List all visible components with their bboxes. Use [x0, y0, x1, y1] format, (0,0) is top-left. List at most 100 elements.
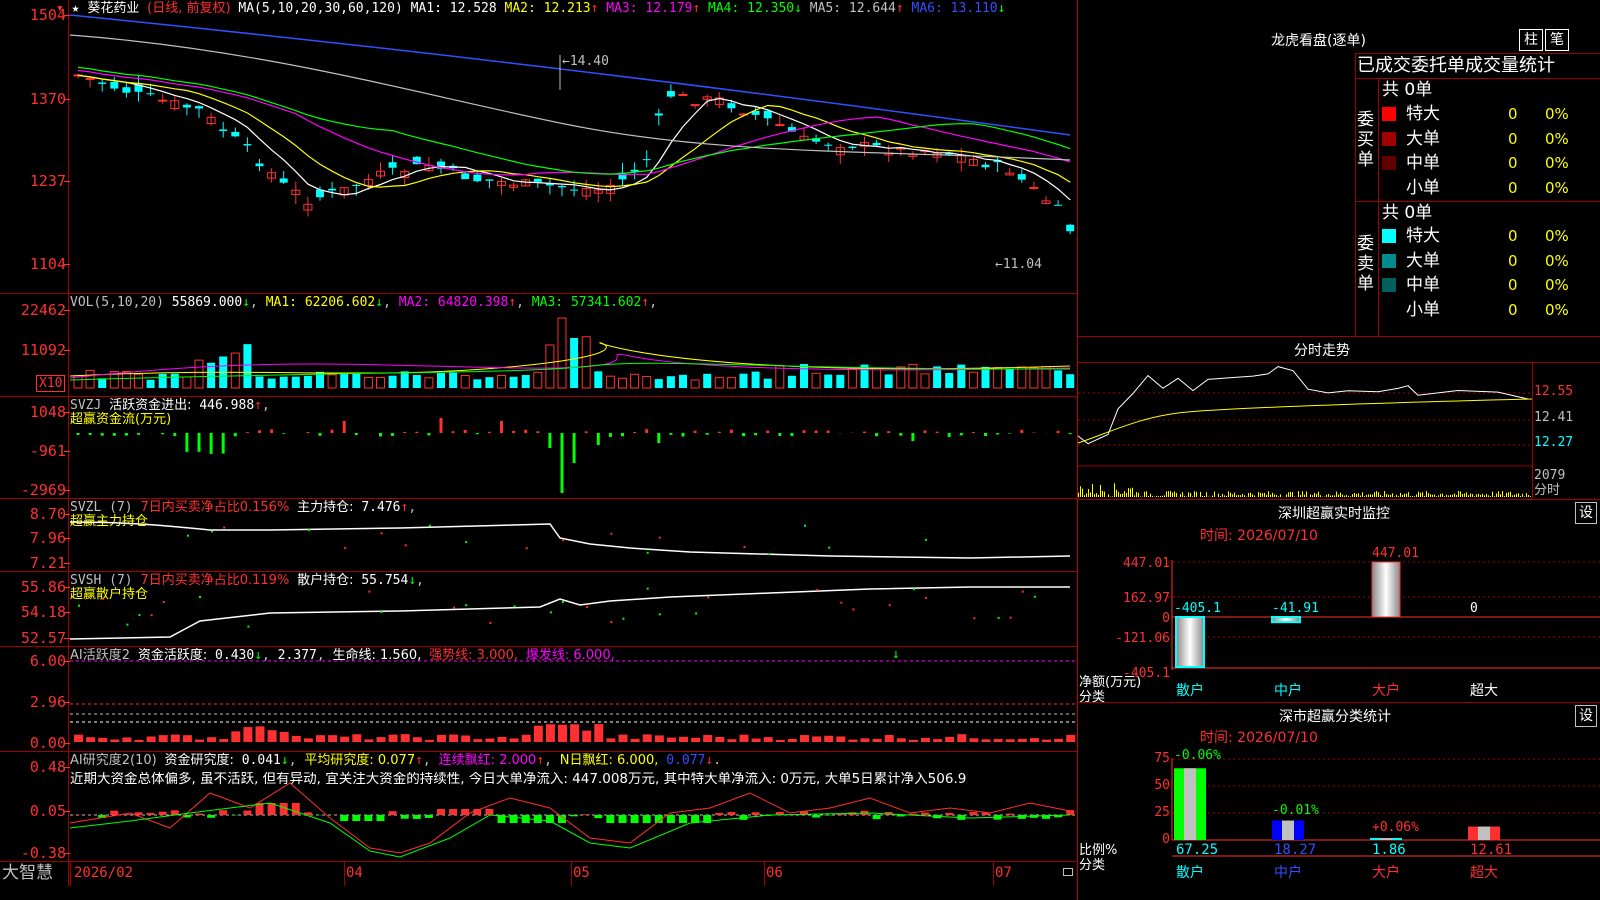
- ts-vol-bar: [1464, 493, 1465, 497]
- ts-vol-bar: [1488, 495, 1489, 497]
- ts-vol-bar: [1410, 496, 1411, 497]
- ts-vol-bar: [1414, 496, 1415, 497]
- ts-vol-bar: [1162, 495, 1163, 497]
- ts-vol-bar: [1126, 492, 1127, 497]
- svsh-dot: [465, 604, 468, 607]
- svzj-bar: [1056, 430, 1060, 433]
- ts-vol-bar: [1236, 495, 1237, 497]
- sell-side-label: 委卖单: [1357, 234, 1374, 294]
- category-settings-button[interactable]: 设: [1575, 705, 1597, 727]
- ai-active-bar: [219, 739, 229, 742]
- ts-vol-bar: [1234, 492, 1235, 497]
- ts-vol-bar: [1450, 494, 1451, 497]
- svzj-bar: [693, 430, 697, 433]
- ts-vol-bar: [1244, 495, 1245, 497]
- volume-bar: [267, 378, 276, 388]
- row-volume: 0: [1508, 300, 1518, 319]
- ai-research-axis-2: -0.38: [20, 844, 66, 862]
- ai-research-bar: [400, 815, 409, 819]
- ai-active-bar: [110, 739, 120, 742]
- ai-active-bar: [509, 738, 519, 742]
- ts-vol-bar: [1434, 494, 1435, 497]
- svsh-dot: [658, 613, 661, 616]
- brand-logo[interactable]: 大智慧: [2, 863, 53, 883]
- ts-vol-bar: [1098, 494, 1099, 497]
- kline-candle: [678, 94, 688, 97]
- ai-active-bar: [691, 737, 701, 742]
- ts-vol-bar: [1272, 492, 1273, 497]
- ts-vol-bar: [1190, 493, 1191, 497]
- date-1: 04: [346, 865, 363, 881]
- ts-vol-bar: [1298, 491, 1299, 497]
- svsh-dot: [973, 617, 976, 620]
- ts-vol-bar: [1446, 494, 1447, 497]
- monitor-settings-button[interactable]: 设: [1575, 502, 1597, 524]
- ai-active-bar: [558, 724, 567, 742]
- kline-chart[interactable]: [69, 0, 1076, 292]
- ts-vol-bar: [1390, 494, 1391, 497]
- svsh-chart[interactable]: [69, 573, 1076, 647]
- ts-vol-bar: [1276, 494, 1277, 497]
- ai-research-bar: [921, 812, 929, 815]
- ts-vol-bar: [1518, 493, 1519, 497]
- ts-vol-bar: [1406, 493, 1407, 497]
- ts-vol-bar: [1366, 494, 1367, 497]
- volume-unit: X10: [36, 375, 66, 392]
- ts-vol-bar: [1480, 494, 1481, 497]
- ai-active-bar: [860, 738, 870, 742]
- svzj-bar: [596, 433, 600, 445]
- mon-value-2: -41.91: [1272, 601, 1319, 616]
- tab-bar[interactable]: 柱: [1519, 29, 1543, 51]
- ts-vol-bar: [1454, 493, 1455, 497]
- svzj-bar: [899, 433, 903, 436]
- svzj-bar: [645, 429, 649, 433]
- ai-active-chart[interactable]: ↓: [70, 647, 1076, 752]
- monitor-chart[interactable]: [1168, 560, 1600, 690]
- monitor-time: 时间: 2026/07/10: [1200, 528, 1318, 544]
- kline-axis-1: 1370: [29, 90, 66, 108]
- svsh-dot: [610, 621, 613, 624]
- volume-bar: [485, 377, 494, 388]
- volume-bar: [605, 375, 615, 389]
- kline-candle: [195, 106, 203, 109]
- ai-active-bar: [1054, 738, 1064, 742]
- timeshare-chart[interactable]: [1077, 363, 1533, 499]
- svzj-bar: [633, 431, 637, 433]
- volume-bar: [787, 375, 796, 388]
- row-label: 中单: [1406, 275, 1440, 295]
- ts-vol-bar: [1440, 493, 1441, 497]
- ai-active-bar: [195, 739, 204, 742]
- svzl-chart[interactable]: [69, 500, 1076, 572]
- kline-candle: [98, 82, 107, 84]
- ts-vol-bar: [1338, 494, 1339, 497]
- ts-vol-bar: [1182, 492, 1183, 497]
- ai-active-bar: [521, 734, 531, 742]
- ai-active-bar: [267, 730, 277, 742]
- volume-bar: [666, 376, 675, 388]
- ai-research-chart[interactable]: [69, 753, 1076, 861]
- lock-icon[interactable]: [1063, 868, 1073, 876]
- svzj-bar: [354, 433, 358, 436]
- ts-vol-bar: [1152, 495, 1153, 497]
- svzj-bar: [705, 433, 709, 435]
- ai-active-bar: [606, 738, 616, 742]
- svzj-chart[interactable]: [70, 398, 1076, 498]
- svzj-bar: [778, 433, 782, 436]
- ts-vol-bar: [1196, 491, 1197, 497]
- ai-research-bar: [219, 810, 228, 815]
- ts-vol-bar: [1400, 492, 1401, 497]
- volume-chart[interactable]: [69, 296, 1076, 396]
- svzj-bar: [463, 430, 467, 433]
- ai-active-bar: [715, 736, 725, 742]
- ts-vol-bar: [1262, 493, 1263, 497]
- row-label: 特大: [1406, 226, 1440, 246]
- cat-pct-3: 1.86: [1372, 842, 1406, 858]
- monitor-axis-2: 0: [1162, 611, 1170, 626]
- tab-tick[interactable]: 笔: [1545, 29, 1569, 51]
- ts-vol-bar: [1156, 495, 1157, 497]
- svzj-bar: [209, 433, 213, 454]
- ts-vol-bar: [1412, 496, 1413, 497]
- row-label: 大单: [1406, 128, 1440, 149]
- ai-active-bar: [545, 724, 555, 742]
- volume-bar: [473, 379, 482, 388]
